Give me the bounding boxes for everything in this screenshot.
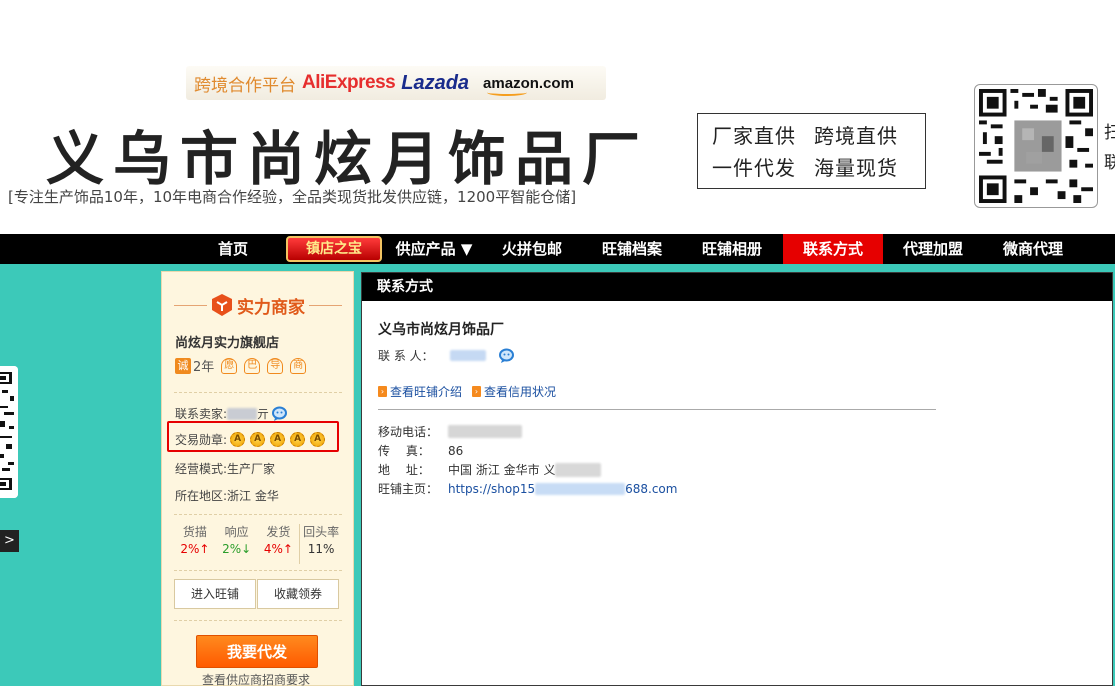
contact-name-blurred bbox=[449, 350, 486, 361]
credit-status-link[interactable]: › 查看信用状况 bbox=[472, 383, 556, 400]
nav-shop-profile[interactable]: 旺铺档案 bbox=[590, 234, 674, 264]
year-badge: 诚 2年 bbox=[175, 356, 214, 375]
seller-row: 联系卖家: 亓 bbox=[175, 405, 288, 422]
mobile-row: 移动电话： bbox=[378, 423, 522, 440]
service-badge-icon[interactable]: 愿 bbox=[221, 357, 238, 374]
business-mode-row: 经营模式: 生产厂家 bbox=[175, 462, 276, 476]
homepage-row: 旺铺主页： https://shop15 688.com bbox=[378, 481, 678, 497]
nav-products[interactable]: 供应产品 ▼ bbox=[386, 234, 482, 264]
panel-title: 联系方式 bbox=[362, 273, 1112, 301]
promo-box: 厂家直供 跨境直供 一件代发 海量现货 bbox=[697, 113, 926, 189]
enter-shop-button[interactable]: 进入旺铺 bbox=[174, 579, 256, 609]
service-badge-icon[interactable]: 巴 bbox=[244, 357, 261, 374]
qr-side-text: 扫 联 bbox=[1104, 123, 1115, 173]
nav-home[interactable]: 首页 bbox=[202, 234, 264, 264]
contact-links: › 查看旺铺介绍 › 查看信用状况 bbox=[378, 383, 556, 400]
expand-arrow-icon[interactable]: > bbox=[0, 530, 19, 552]
nav-group-buy[interactable]: 火拼包邮 bbox=[490, 234, 574, 264]
arrow-right-icon: › bbox=[378, 386, 387, 397]
arrow-right-icon: › bbox=[472, 386, 482, 397]
region-row: 所在地区: 浙江 金华 bbox=[175, 489, 279, 503]
contact-person-row: 联 系 人： bbox=[378, 347, 515, 364]
partner-label: 跨境合作平台 bbox=[194, 75, 296, 96]
nav-treasure[interactable]: 镇店之宝 bbox=[286, 236, 382, 262]
address-blurred bbox=[555, 462, 602, 477]
lazada-logo: Lazada bbox=[401, 71, 470, 94]
nav-contact[interactable]: 联系方式 bbox=[783, 234, 883, 264]
service-badge-icon[interactable]: 导 bbox=[267, 357, 284, 374]
shop-stats: 货描 2%↑ 响应 2%↓ 发货 4%↑ 回头率 11% bbox=[174, 524, 342, 564]
contact-panel: 联系方式 义乌市尚炫月饰品厂 联 系 人： › 查看旺铺介绍 › 查看信用状况 … bbox=[361, 272, 1113, 686]
stat-description: 货描 2%↑ bbox=[180, 525, 210, 556]
seller-name-blurred bbox=[227, 407, 258, 420]
supplier-requirements-link[interactable]: 查看供应商招商要求 bbox=[202, 671, 310, 686]
address-row: 地 址： 中国 浙江 金华市 义 bbox=[378, 461, 602, 478]
divider bbox=[174, 570, 342, 571]
wangwang-chat-icon[interactable] bbox=[271, 406, 288, 422]
brand-header: 实力商家 bbox=[174, 290, 342, 320]
promo-line-1: 厂家直供 跨境直供 bbox=[712, 124, 898, 148]
nav-wechat-agent[interactable]: 微商代理 bbox=[991, 234, 1075, 264]
service-badge-icon[interactable]: 商 bbox=[290, 357, 307, 374]
shop-name[interactable]: 尚炫月实力旗舰店 bbox=[175, 332, 279, 351]
aliexpress-logo: AliExpress bbox=[302, 72, 396, 93]
amazon-logo: amazon.com bbox=[483, 74, 574, 96]
divider bbox=[174, 514, 342, 515]
company-slogan: [专注生产饰品10年，10年电商合作经验，全品类现货批发供应链，1200平智能仓… bbox=[8, 188, 577, 206]
qr-code-icon bbox=[974, 84, 1098, 208]
shop-badges: 诚 2年 愿 巴 导 商 bbox=[175, 356, 307, 375]
homepage-link[interactable]: https://shop15 688.com bbox=[448, 482, 677, 496]
collect-coupon-button[interactable]: 收藏领券 bbox=[257, 579, 339, 609]
fax-row: 传 真： 86 bbox=[378, 443, 464, 459]
homepage-blurred bbox=[535, 482, 626, 495]
company-title: 义乌市尚炫月饰品厂 bbox=[46, 125, 650, 193]
contact-company: 义乌市尚炫月饰品厂 bbox=[378, 322, 504, 338]
shop-sidebar: 实力商家 尚炫月实力旗舰店 诚 2年 愿 巴 导 商 联系卖家: 亓 交易勋章:… bbox=[161, 271, 354, 686]
shop-intro-link[interactable]: › 查看旺铺介绍 bbox=[378, 383, 462, 400]
medal-highlight-box bbox=[167, 421, 339, 452]
main-nav: 首页 镇店之宝 供应产品 ▼ 火拼包邮 旺铺档案 旺铺相册 联系方式 代理加盟 … bbox=[0, 234, 1115, 264]
integrity-icon: 诚 bbox=[175, 357, 191, 374]
divider bbox=[174, 620, 342, 621]
divider bbox=[174, 392, 342, 393]
brand-text: 实力商家 bbox=[237, 297, 305, 318]
nav-agent[interactable]: 代理加盟 bbox=[891, 234, 975, 264]
promo-line-2: 一件代发 海量现货 bbox=[712, 156, 898, 180]
stat-repurchase: 回头率 11% bbox=[299, 524, 342, 564]
strength-merchant-icon bbox=[212, 294, 232, 316]
shop-banner: 跨境合作平台 AliExpress Lazada amazon.com 义乌市尚… bbox=[0, 0, 1115, 234]
wangwang-chat-icon[interactable] bbox=[498, 348, 515, 364]
stat-shipping: 发货 4%↑ bbox=[263, 525, 293, 556]
stat-response: 响应 2%↓ bbox=[222, 525, 252, 556]
mobile-blurred bbox=[448, 425, 522, 438]
dropship-button[interactable]: 我要代发 bbox=[196, 635, 318, 668]
partner-platforms: 跨境合作平台 AliExpress Lazada amazon.com bbox=[186, 66, 606, 100]
floating-qr-icon[interactable] bbox=[0, 366, 18, 498]
divider bbox=[378, 409, 936, 410]
nav-shop-album[interactable]: 旺铺相册 bbox=[690, 234, 774, 264]
